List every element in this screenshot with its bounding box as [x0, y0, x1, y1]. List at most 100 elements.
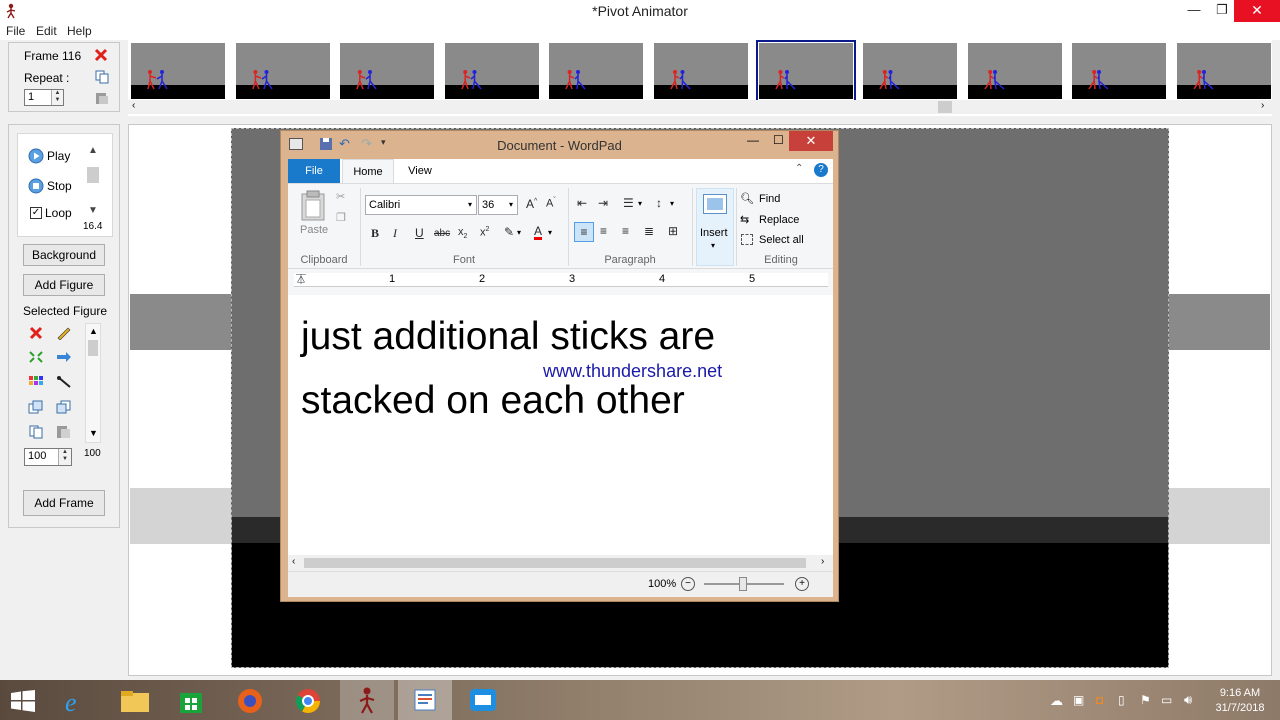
- font-family-dropdown-icon[interactable]: ▾: [468, 196, 472, 214]
- font-color-dropdown-icon[interactable]: ▾: [548, 228, 552, 237]
- frame-thumbnail[interactable]: [444, 43, 539, 99]
- font-size-dropdown-icon[interactable]: ▾: [509, 196, 513, 214]
- scale-arrows-icon[interactable]: ▲ ▼: [58, 449, 71, 465]
- internet-explorer-icon[interactable]: e: [62, 687, 90, 717]
- font-color-icon[interactable]: A: [534, 225, 543, 240]
- replace-label[interactable]: Replace: [759, 214, 799, 226]
- filmstrip-scroll-thumb[interactable]: [938, 101, 952, 113]
- action-center-flag-icon[interactable]: ⚑: [1140, 693, 1151, 707]
- align-left-icon[interactable]: ≡: [574, 222, 594, 242]
- font-size-select[interactable]: 36 ▾: [478, 195, 518, 215]
- speed-up-icon[interactable]: ▲: [88, 145, 98, 156]
- maximize-button[interactable]: ❐: [1207, 0, 1237, 22]
- scroll-left-icon[interactable]: ‹: [132, 100, 135, 111]
- font-family-select[interactable]: Calibri ▾: [365, 195, 477, 215]
- frame-thumbnail[interactable]: [340, 43, 435, 99]
- find-icon[interactable]: 🔍︎: [740, 192, 754, 205]
- cut-icon[interactable]: ✂: [336, 190, 345, 203]
- taskbar-pivot[interactable]: [340, 680, 394, 720]
- line-spacing-dropdown-icon[interactable]: ▾: [670, 199, 674, 208]
- filmstrip-scrollbar[interactable]: ‹ ›: [128, 100, 1272, 114]
- frame-thumbnail[interactable]: [863, 43, 958, 99]
- bold-icon[interactable]: B: [371, 226, 379, 241]
- paste-label[interactable]: Paste: [300, 224, 328, 236]
- frame-thumbnail[interactable]: [654, 43, 748, 99]
- align-right-icon[interactable]: ≡: [622, 224, 629, 238]
- tab-file[interactable]: File: [288, 159, 340, 183]
- figure-scale-spinner[interactable]: 100 ▲ ▼: [24, 448, 72, 466]
- insert-button[interactable]: Insert ▾: [696, 188, 734, 266]
- italic-icon[interactable]: I: [393, 226, 397, 241]
- zoom-in-icon[interactable]: +: [795, 577, 809, 591]
- menu-file[interactable]: File: [6, 24, 25, 38]
- copy-frame-icon[interactable]: [95, 70, 109, 84]
- frame-thumbnail[interactable]: [967, 43, 1062, 99]
- front-figure-icon[interactable]: [28, 400, 44, 414]
- subscript-icon[interactable]: x2: [458, 226, 467, 240]
- menu-help[interactable]: Help: [67, 24, 92, 38]
- store-icon[interactable]: [178, 688, 204, 714]
- center-figure-icon[interactable]: [28, 350, 44, 364]
- replace-icon[interactable]: ⇆: [740, 213, 749, 226]
- superscript-icon[interactable]: x2: [480, 226, 489, 239]
- clock-date[interactable]: 31/7/2018: [1212, 702, 1268, 714]
- paste-frame-icon[interactable]: [95, 91, 109, 105]
- help-icon[interactable]: ?: [814, 163, 828, 177]
- highlight-icon[interactable]: ✎: [504, 225, 514, 239]
- delete-figure-icon[interactable]: [28, 326, 44, 340]
- hscroll-left-icon[interactable]: ‹: [292, 556, 295, 567]
- tray-device-icon[interactable]: ▯: [1118, 693, 1125, 707]
- paste-icon[interactable]: [300, 190, 326, 222]
- paragraph-settings-icon[interactable]: ⊞: [668, 224, 678, 238]
- increase-indent-icon[interactable]: ⇥: [598, 196, 608, 210]
- grow-font-icon[interactable]: A^: [526, 197, 537, 211]
- loop-checkbox[interactable]: ✓: [30, 207, 42, 219]
- hscroll-thumb[interactable]: [304, 558, 806, 568]
- line-spacing-icon[interactable]: ↕: [656, 196, 662, 210]
- menu-edit[interactable]: Edit: [36, 24, 57, 38]
- shrink-font-icon[interactable]: Aˇ: [546, 197, 556, 210]
- add-figure-button[interactable]: Add Figure: [23, 274, 105, 296]
- wordpad-window[interactable]: ↶ ↷ ▾ Document - WordPad — ☐ ✕ File Home…: [280, 130, 839, 602]
- document-hscroll[interactable]: ‹ ›: [288, 555, 833, 571]
- play-icon[interactable]: [28, 148, 44, 164]
- chrome-icon[interactable]: [294, 687, 322, 715]
- select-all-label[interactable]: Select all: [759, 234, 804, 246]
- frame-thumbnail[interactable]: [131, 43, 225, 99]
- wordpad-maximize-icon[interactable]: ☐: [773, 133, 784, 147]
- speed-slider-thumb[interactable]: [87, 167, 99, 183]
- align-center-icon[interactable]: ≡: [600, 224, 607, 238]
- tray-office-icon[interactable]: ◘: [1096, 693, 1103, 707]
- find-label[interactable]: Find: [759, 193, 780, 205]
- stop-label[interactable]: Stop: [47, 179, 72, 193]
- highlight-dropdown-icon[interactable]: ▾: [517, 228, 521, 237]
- windows-start-icon[interactable]: [10, 690, 36, 712]
- frame-thumbnail[interactable]: [1072, 43, 1167, 99]
- figure-scroll-down-icon[interactable]: ▼: [89, 428, 98, 438]
- taskbar-wordpad[interactable]: [398, 680, 452, 720]
- join-figure-icon[interactable]: [56, 375, 72, 389]
- add-frame-button[interactable]: Add Frame: [23, 490, 105, 516]
- file-explorer-icon[interactable]: [120, 689, 150, 713]
- decrease-indent-icon[interactable]: ⇤: [577, 196, 587, 210]
- copy-figure-icon[interactable]: [28, 425, 44, 439]
- hscroll-right-icon[interactable]: ›: [821, 556, 824, 567]
- delete-frame-icon[interactable]: [93, 47, 109, 63]
- bullets-icon[interactable]: ☰: [623, 196, 634, 210]
- battery-icon[interactable]: ▭: [1161, 693, 1172, 707]
- frame-thumbnail[interactable]: [549, 43, 644, 99]
- bullets-dropdown-icon[interactable]: ▾: [638, 199, 642, 208]
- tab-view[interactable]: View: [400, 159, 440, 183]
- zoom-slider-thumb[interactable]: [739, 577, 747, 591]
- zoom-out-icon[interactable]: −: [681, 577, 695, 591]
- underline-icon[interactable]: U: [415, 226, 424, 240]
- tab-home[interactable]: Home: [342, 159, 394, 184]
- frame-thumbnail[interactable]: [755, 40, 856, 102]
- firefox-icon[interactable]: [236, 687, 264, 715]
- figure-scroll-up-icon[interactable]: ▲: [89, 326, 98, 336]
- frame-thumbnail[interactable]: [1177, 43, 1271, 99]
- stop-icon[interactable]: [28, 178, 44, 194]
- clock-time[interactable]: 9:16 AM: [1212, 687, 1268, 699]
- volume-icon[interactable]: 🔊︎: [1184, 692, 1192, 708]
- onedrive-icon[interactable]: ☁: [1050, 693, 1063, 709]
